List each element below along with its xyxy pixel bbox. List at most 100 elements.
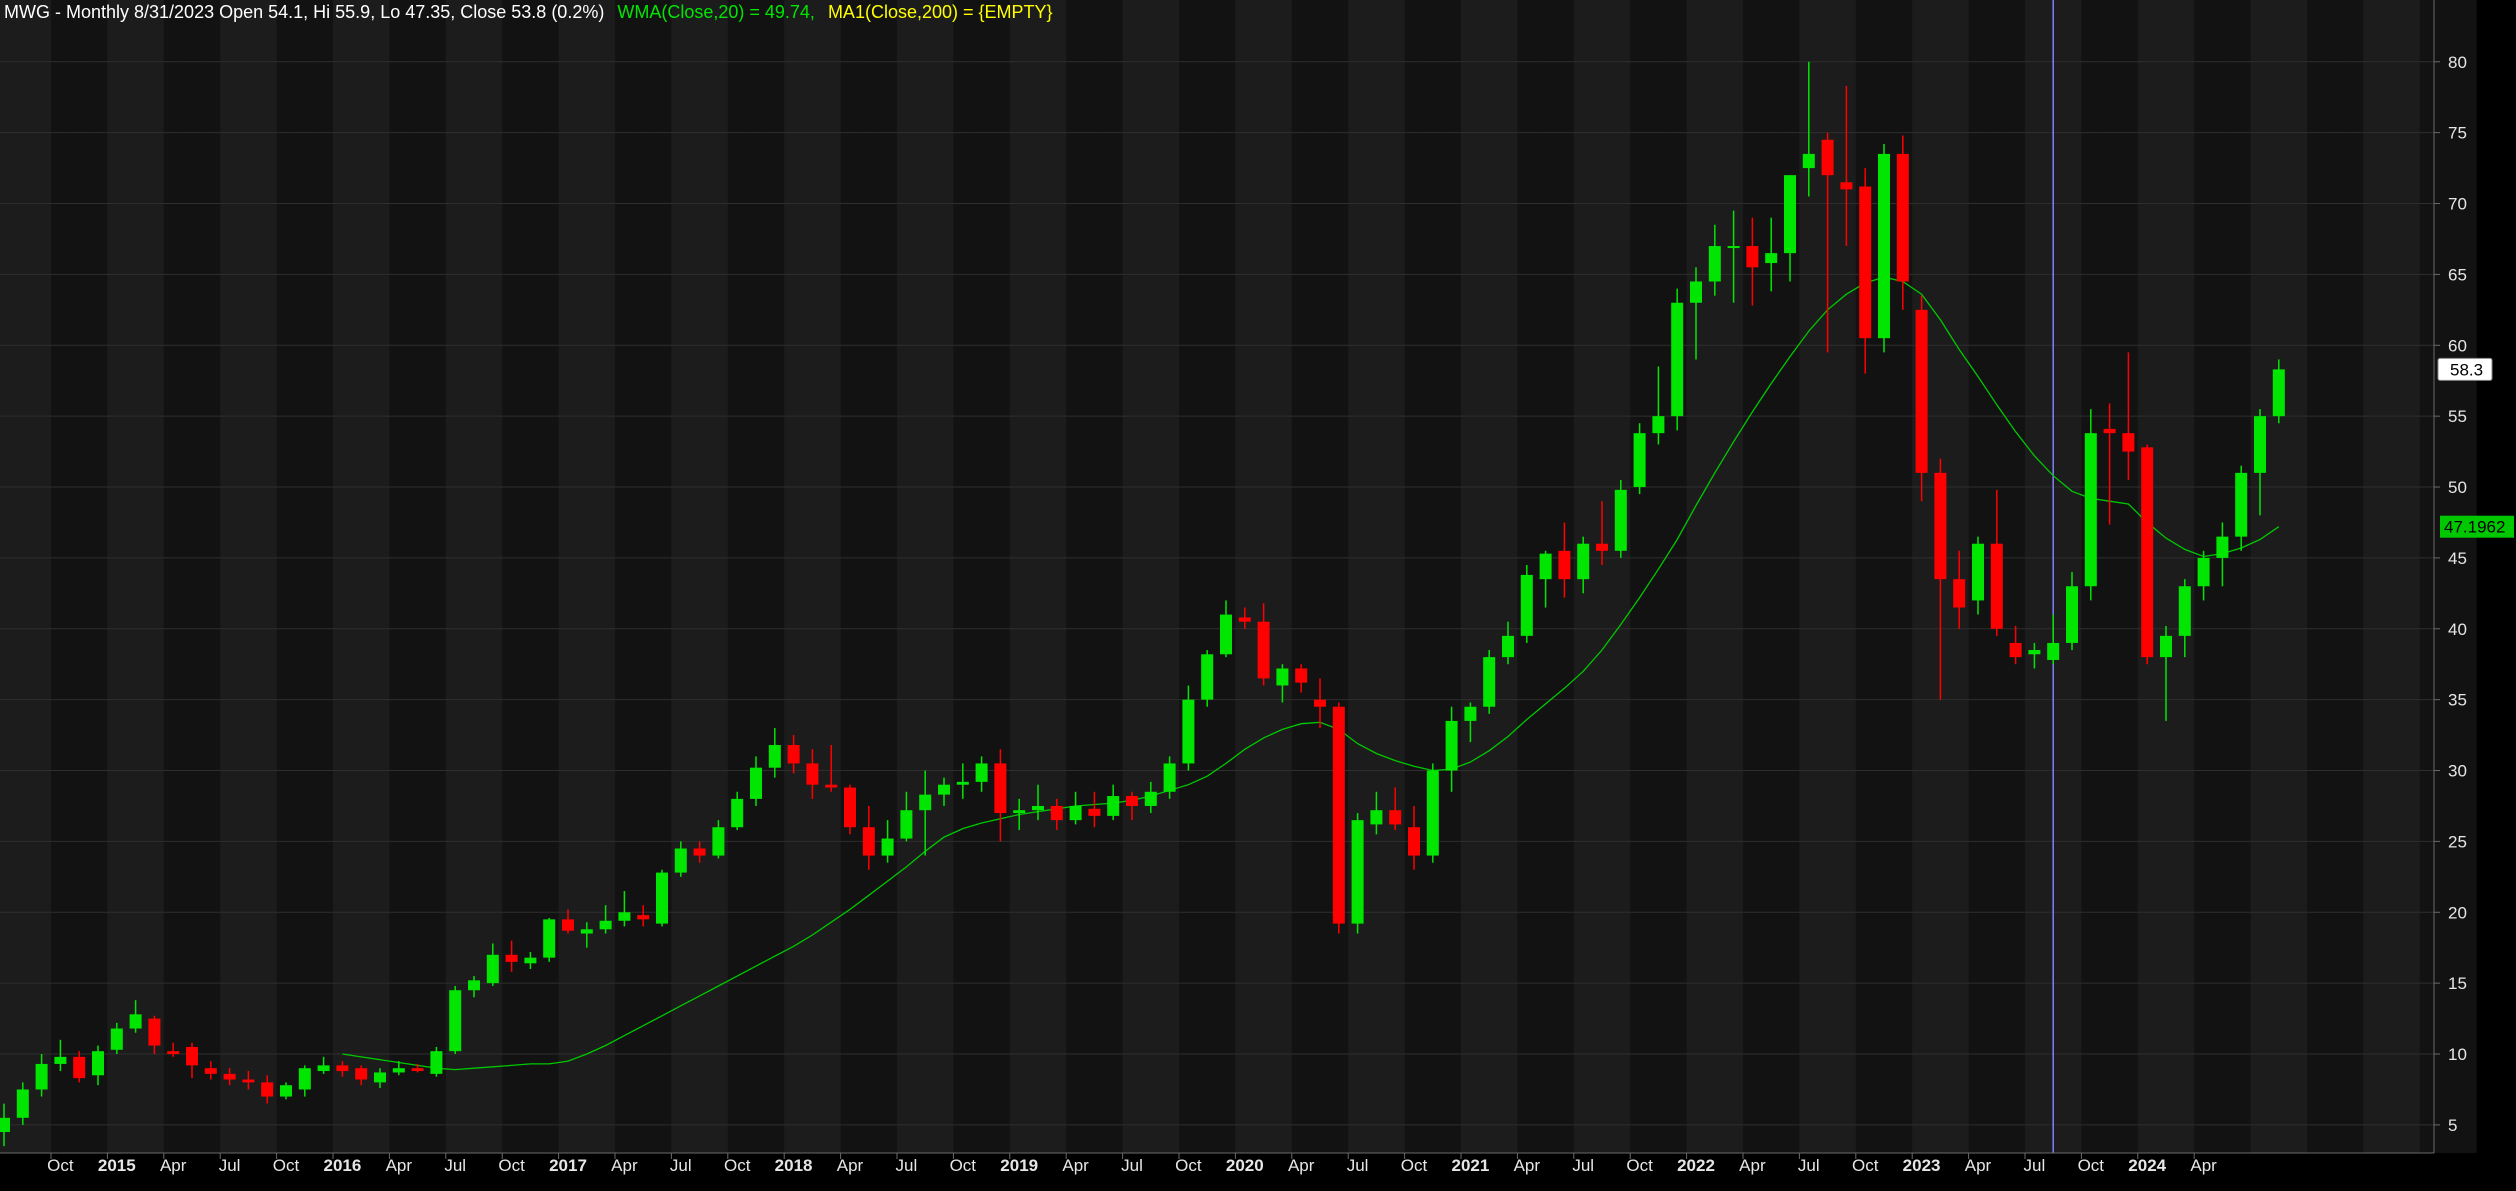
month-band bbox=[1743, 0, 1763, 1153]
candle-body bbox=[1614, 489, 1627, 551]
month-band bbox=[1498, 0, 1518, 1153]
candle-body bbox=[975, 763, 988, 782]
month-band bbox=[596, 0, 616, 1153]
candle bbox=[1915, 295, 1928, 502]
x-tick-label: Oct bbox=[47, 1156, 74, 1175]
candle-body bbox=[92, 1051, 104, 1076]
month-band bbox=[1667, 0, 1688, 1153]
candle-body bbox=[2235, 472, 2248, 537]
y-tick-label: 25 bbox=[2448, 832, 2467, 851]
x-tick-label: Oct bbox=[724, 1156, 751, 1175]
candle-body bbox=[2160, 635, 2172, 658]
candle-body bbox=[1690, 281, 1702, 303]
month-band bbox=[915, 0, 936, 1153]
month-band bbox=[2344, 0, 2364, 1153]
candle-body bbox=[750, 767, 762, 799]
x-tick-label: Oct bbox=[1626, 1156, 1653, 1175]
candle-body bbox=[148, 1018, 161, 1046]
x-tick-label: 2020 bbox=[1226, 1156, 1264, 1175]
month-band bbox=[295, 0, 315, 1153]
candle bbox=[1633, 423, 1646, 495]
candle-body bbox=[2047, 642, 2060, 660]
candle bbox=[1426, 763, 1439, 863]
x-tick-label: Jul bbox=[2024, 1156, 2046, 1175]
candle bbox=[1332, 702, 1345, 934]
candle-body bbox=[1238, 617, 1251, 622]
x-tick-label: Jul bbox=[670, 1156, 692, 1175]
candle bbox=[1671, 288, 1684, 431]
candle-body bbox=[562, 919, 574, 931]
month-band bbox=[558, 0, 578, 1153]
month-band bbox=[201, 0, 221, 1153]
month-band bbox=[840, 0, 860, 1153]
x-tick-label: Jul bbox=[1121, 1156, 1143, 1175]
month-band bbox=[2401, 0, 2421, 1153]
month-band bbox=[953, 0, 973, 1153]
month-band bbox=[1611, 0, 1631, 1153]
candle-body bbox=[1050, 805, 1063, 821]
month-band bbox=[2156, 0, 2176, 1153]
x-tick-label: 2016 bbox=[323, 1156, 361, 1175]
month-band bbox=[709, 0, 729, 1153]
candle-body bbox=[1182, 699, 1195, 764]
month-band bbox=[615, 0, 635, 1153]
x-tick-label: 2017 bbox=[549, 1156, 587, 1175]
y-tick-label: 10 bbox=[2448, 1045, 2467, 1064]
month-band bbox=[314, 0, 334, 1153]
month-band bbox=[1780, 0, 1800, 1153]
candle-body bbox=[938, 784, 950, 795]
candle-body bbox=[1502, 635, 1514, 658]
last-price-marker: 58.3 bbox=[2437, 357, 2493, 381]
month-band bbox=[1085, 0, 1105, 1153]
candle-body bbox=[1013, 810, 1026, 814]
x-tick-label: Jul bbox=[219, 1156, 241, 1175]
candlestick-chart: 5 10 15 20 25 30 35 40 45 50 55 60 65 70 75 80 Oct 2015 A… bbox=[0, 0, 2516, 1191]
candle-body bbox=[524, 957, 537, 964]
candle-body bbox=[1464, 706, 1477, 721]
month-band bbox=[1103, 0, 1124, 1153]
candle-body bbox=[110, 1028, 123, 1050]
candle-body bbox=[1840, 182, 1853, 190]
month-band bbox=[13, 0, 33, 1153]
candle-body bbox=[825, 784, 838, 788]
candle-body bbox=[1596, 543, 1608, 551]
x-tick-label: Jul bbox=[444, 1156, 466, 1175]
month-band bbox=[1009, 0, 1030, 1153]
candle-body bbox=[618, 912, 631, 921]
candle-body bbox=[167, 1051, 180, 1055]
wma-value-label: 47.1962 bbox=[2444, 518, 2505, 537]
month-band bbox=[2269, 0, 2289, 1153]
month-band bbox=[1028, 0, 1048, 1153]
x-tick-label: Oct bbox=[950, 1156, 977, 1175]
candle-body bbox=[1426, 770, 1439, 856]
month-band bbox=[69, 0, 90, 1153]
x-tick-label: 2021 bbox=[1451, 1156, 1489, 1175]
x-tick-label: Jul bbox=[1572, 1156, 1594, 1175]
month-band bbox=[1686, 0, 1706, 1153]
candle-body bbox=[1163, 763, 1176, 792]
candle-body bbox=[1257, 621, 1270, 679]
candle-body bbox=[449, 990, 462, 1052]
y-tick-label: 30 bbox=[2448, 762, 2467, 781]
month-band bbox=[182, 0, 202, 1153]
candle-body bbox=[204, 1068, 217, 1074]
candle bbox=[1351, 813, 1364, 934]
x-tick-label: Oct bbox=[1401, 1156, 1428, 1175]
candle-body bbox=[1859, 186, 1872, 339]
month-band bbox=[1197, 0, 1218, 1153]
candle-body bbox=[844, 787, 856, 828]
candle-body bbox=[956, 781, 969, 785]
header-main-text: MWG - Monthly 8/31/2023 Open 54.1, Hi 55… bbox=[4, 2, 604, 22]
candle-body bbox=[1520, 574, 1533, 636]
x-tick-label: Apr bbox=[837, 1156, 864, 1175]
candle-body bbox=[1633, 433, 1646, 488]
x-tick-label: 2018 bbox=[775, 1156, 813, 1175]
candle-body bbox=[693, 848, 706, 856]
x-tick-label: Jul bbox=[896, 1156, 918, 1175]
month-band bbox=[1724, 0, 1744, 1153]
candle-body bbox=[1332, 706, 1345, 924]
x-tick-label: 2015 bbox=[98, 1156, 136, 1175]
x-tick-label: Apr bbox=[160, 1156, 187, 1175]
month-band bbox=[671, 0, 691, 1153]
month-band bbox=[972, 0, 992, 1153]
